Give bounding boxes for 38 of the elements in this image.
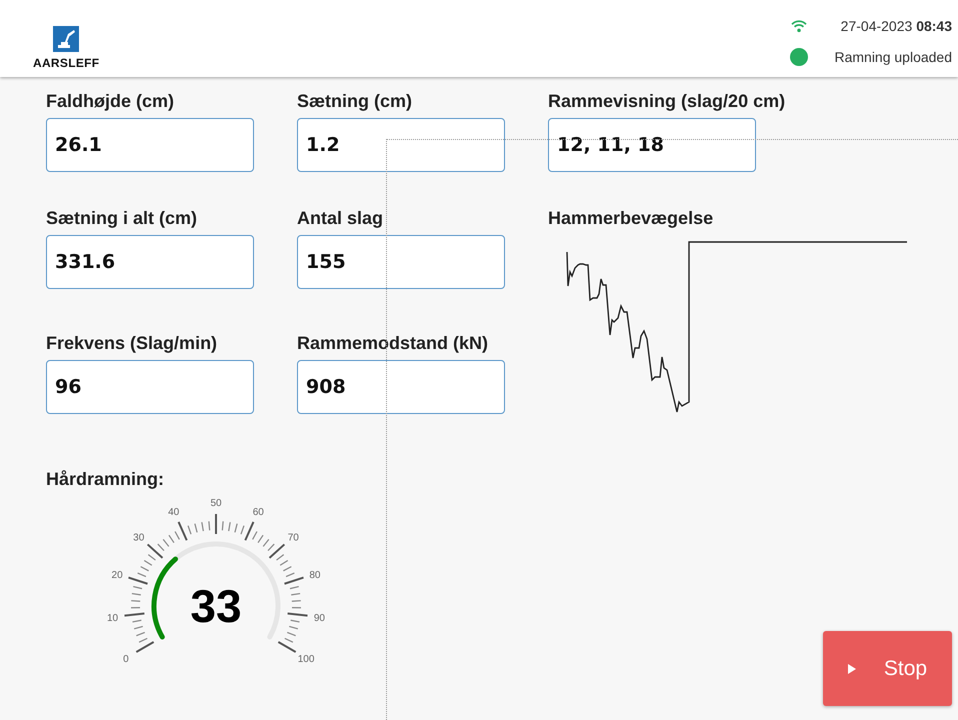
field-label: Sætning i alt (cm) <box>46 208 198 229</box>
logo-text: AARSLEFF <box>33 56 100 70</box>
status-dot <box>790 48 808 66</box>
date-time: 27-04-2023 08:43 <box>840 18 952 34</box>
value-field[interactable]: 908 <box>297 360 505 414</box>
chart-title: Hammerbevægelse <box>548 208 714 229</box>
scale-label: 90 <box>314 612 325 624</box>
scale-label: 70 <box>288 532 299 544</box>
tick-mark <box>124 612 144 617</box>
scale-label: 40 <box>168 507 180 518</box>
value-field[interactable]: 331.6 <box>46 235 254 289</box>
scale-label: 50 <box>210 498 222 509</box>
field-label: Antal slag <box>297 208 384 229</box>
value-field[interactable]: 1.2 <box>297 118 505 172</box>
value-field[interactable]: 26.1 <box>46 118 254 172</box>
field-label: Frekvens (Slag/min) <box>46 332 218 354</box>
field-label: Rammevisning (slag/20 cm) <box>548 91 786 112</box>
field-label: Sætning (cm) <box>297 91 413 112</box>
gauge-label: Hårdramning: <box>46 469 166 490</box>
tick-mark <box>288 612 308 617</box>
scale-label: 60 <box>252 507 264 518</box>
value-field[interactable]: 96 <box>46 360 254 414</box>
status-text: Ramning uploaded <box>834 48 952 64</box>
field-label: Rammemodstand (kN) <box>297 332 490 354</box>
scale-label: 10 <box>107 612 118 624</box>
field-label: Faldhøjde (cm) <box>46 91 176 112</box>
wifi-icon <box>790 18 808 32</box>
play-icon <box>848 664 856 674</box>
scale-label: 100 <box>298 654 314 665</box>
scale-label: 80 <box>309 570 320 581</box>
value-field[interactable]: 155 <box>297 235 505 289</box>
scale-label: 20 <box>112 570 123 581</box>
scale-label: 30 <box>133 532 144 544</box>
gauge-value: 33 <box>190 580 242 632</box>
scale-label: 0 <box>123 654 129 665</box>
logo-icon <box>53 26 80 52</box>
value-field[interactable]: 12, 11, 18 <box>548 118 756 172</box>
tick-mark <box>215 514 217 534</box>
